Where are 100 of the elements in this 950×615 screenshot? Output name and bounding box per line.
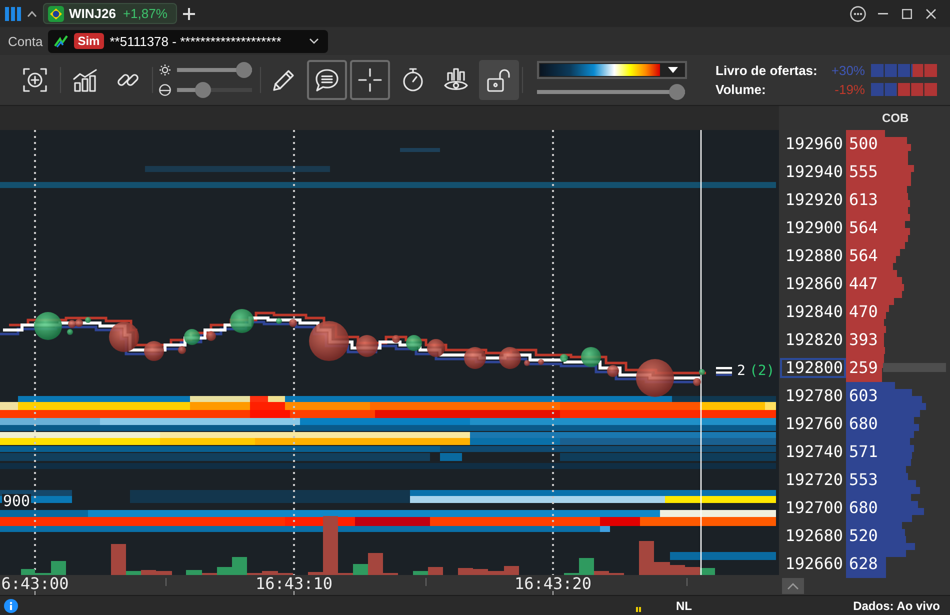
price-label: 192680: [784, 526, 844, 546]
caret-down-icon: [668, 66, 678, 72]
crosshair-icon: [358, 68, 382, 92]
color-scale-dropdown[interactable]: [537, 60, 687, 78]
price-label: 192700: [784, 498, 844, 518]
trade-bubble: [276, 318, 282, 324]
pencil-icon: [272, 68, 296, 92]
price-label: 192840: [784, 302, 844, 322]
trade-bubble: [206, 331, 216, 341]
cob-volume: 259: [848, 359, 878, 377]
trade-count: (2): [749, 364, 775, 379]
comment-button[interactable]: [307, 60, 347, 100]
trade-bubble: [230, 309, 254, 333]
color-scale-slider[interactable]: [537, 84, 685, 100]
plus-icon[interactable]: [183, 8, 196, 20]
trade-bubble: [356, 335, 378, 357]
cob-volume: 555: [848, 163, 878, 181]
price-label: 192900: [784, 218, 844, 238]
slider-thumb[interactable]: [194, 82, 211, 98]
axis-value-label: 900: [2, 494, 32, 509]
trade-bubble: [144, 341, 164, 361]
stopwatch-icon: [401, 68, 425, 92]
bolt-logo-icon: [54, 34, 68, 48]
time-label: 16:43:20: [514, 576, 592, 591]
price-label: 192940: [784, 162, 844, 182]
slider-thumb[interactable]: [236, 62, 252, 78]
chevron-down-icon: [308, 38, 319, 44]
time-label: 6:43:00: [1, 576, 69, 591]
indicator-reading: +30%: [831, 63, 865, 78]
gradient-swatch-icon: [540, 64, 660, 76]
axis-tick: [686, 578, 688, 586]
caret-up-icon[interactable]: [27, 10, 37, 16]
price-label: 192780: [784, 386, 844, 406]
indicator-reading: -19%: [834, 82, 865, 97]
feed-label: NL: [676, 598, 692, 612]
trade-bubble: [406, 335, 422, 351]
flag-icon: [48, 6, 64, 22]
price-label: 192740: [784, 442, 844, 462]
indicator-label: Volume:: [716, 82, 767, 97]
trade-size: 2: [737, 364, 746, 379]
zoom-frame-icon: [23, 68, 47, 92]
account-dropdown[interactable]: Sim **5111378 - ********************: [48, 30, 328, 52]
trade-bubble: [538, 359, 544, 365]
price-label: 192960: [784, 134, 844, 154]
trade-bubble: [392, 335, 400, 343]
time-label: 16:43:10: [255, 576, 333, 591]
price-label: 192860: [784, 274, 844, 294]
trade-bubble: [109, 322, 139, 352]
caret-up-icon: [787, 582, 799, 590]
trade-bubble: [427, 339, 445, 357]
price-label: 192880: [784, 246, 844, 266]
symbol-tab[interactable]: WINJ26 +1,87%: [43, 3, 178, 24]
contrast-slider[interactable]: [177, 82, 252, 98]
trade-bubble: [607, 365, 619, 377]
price-label: 192800: [780, 358, 846, 378]
cob-volume: 603: [848, 387, 878, 405]
crosshair-button[interactable]: [350, 60, 390, 100]
slider-thumb[interactable]: [669, 84, 685, 100]
sun-icon: [159, 64, 171, 76]
cob-volume: 680: [848, 499, 878, 517]
column-header: COB: [882, 111, 909, 125]
price-label: 192660: [784, 554, 844, 574]
cob-volume: 564: [848, 219, 878, 237]
heatmap-band: [400, 148, 440, 152]
account-label: Conta: [8, 34, 43, 48]
cob-volume: 680: [848, 415, 878, 433]
speech-bubble-icon: [315, 68, 339, 92]
price-change: +1,87%: [122, 6, 168, 21]
price-label: 192820: [784, 330, 844, 350]
data-status: Dados: Ao vivo: [853, 598, 940, 612]
eye-chart-icon: [444, 68, 468, 92]
trade-bubble: [309, 321, 349, 361]
maximize-icon[interactable]: [902, 8, 912, 18]
price-label: 192920: [784, 190, 844, 210]
more-icon[interactable]: [850, 6, 866, 22]
cob-volume: 571: [848, 443, 878, 461]
info-icon[interactable]: [4, 598, 18, 612]
cob-volume: 500: [848, 135, 878, 153]
axis-tick: [552, 590, 554, 595]
cob-volume: 447: [848, 275, 878, 293]
cob-volume: 613: [848, 191, 878, 209]
lock-button[interactable]: [479, 60, 519, 100]
cob-volume: 628: [848, 555, 878, 573]
bar-chart-icon: [73, 68, 97, 92]
cob-volume: 470: [848, 303, 878, 321]
minimize-icon[interactable]: [878, 12, 888, 14]
price-label: 192760: [784, 414, 844, 434]
close-icon[interactable]: [926, 8, 936, 18]
trade-bubble: [636, 359, 674, 397]
trade-bubble: [499, 347, 521, 369]
scroll-up-button[interactable]: [782, 578, 804, 594]
mode-badge: Sim: [74, 33, 104, 49]
indicator-label: Livro de ofertas:: [716, 63, 818, 78]
price-label: 192720: [784, 470, 844, 490]
open-padlock-icon: [487, 68, 511, 92]
trade-bubble: [581, 347, 601, 367]
cob-volume: 553: [848, 471, 878, 489]
trade-bubble: [524, 360, 530, 366]
brightness-slider[interactable]: [177, 62, 252, 78]
cob-volume: 393: [848, 331, 878, 349]
